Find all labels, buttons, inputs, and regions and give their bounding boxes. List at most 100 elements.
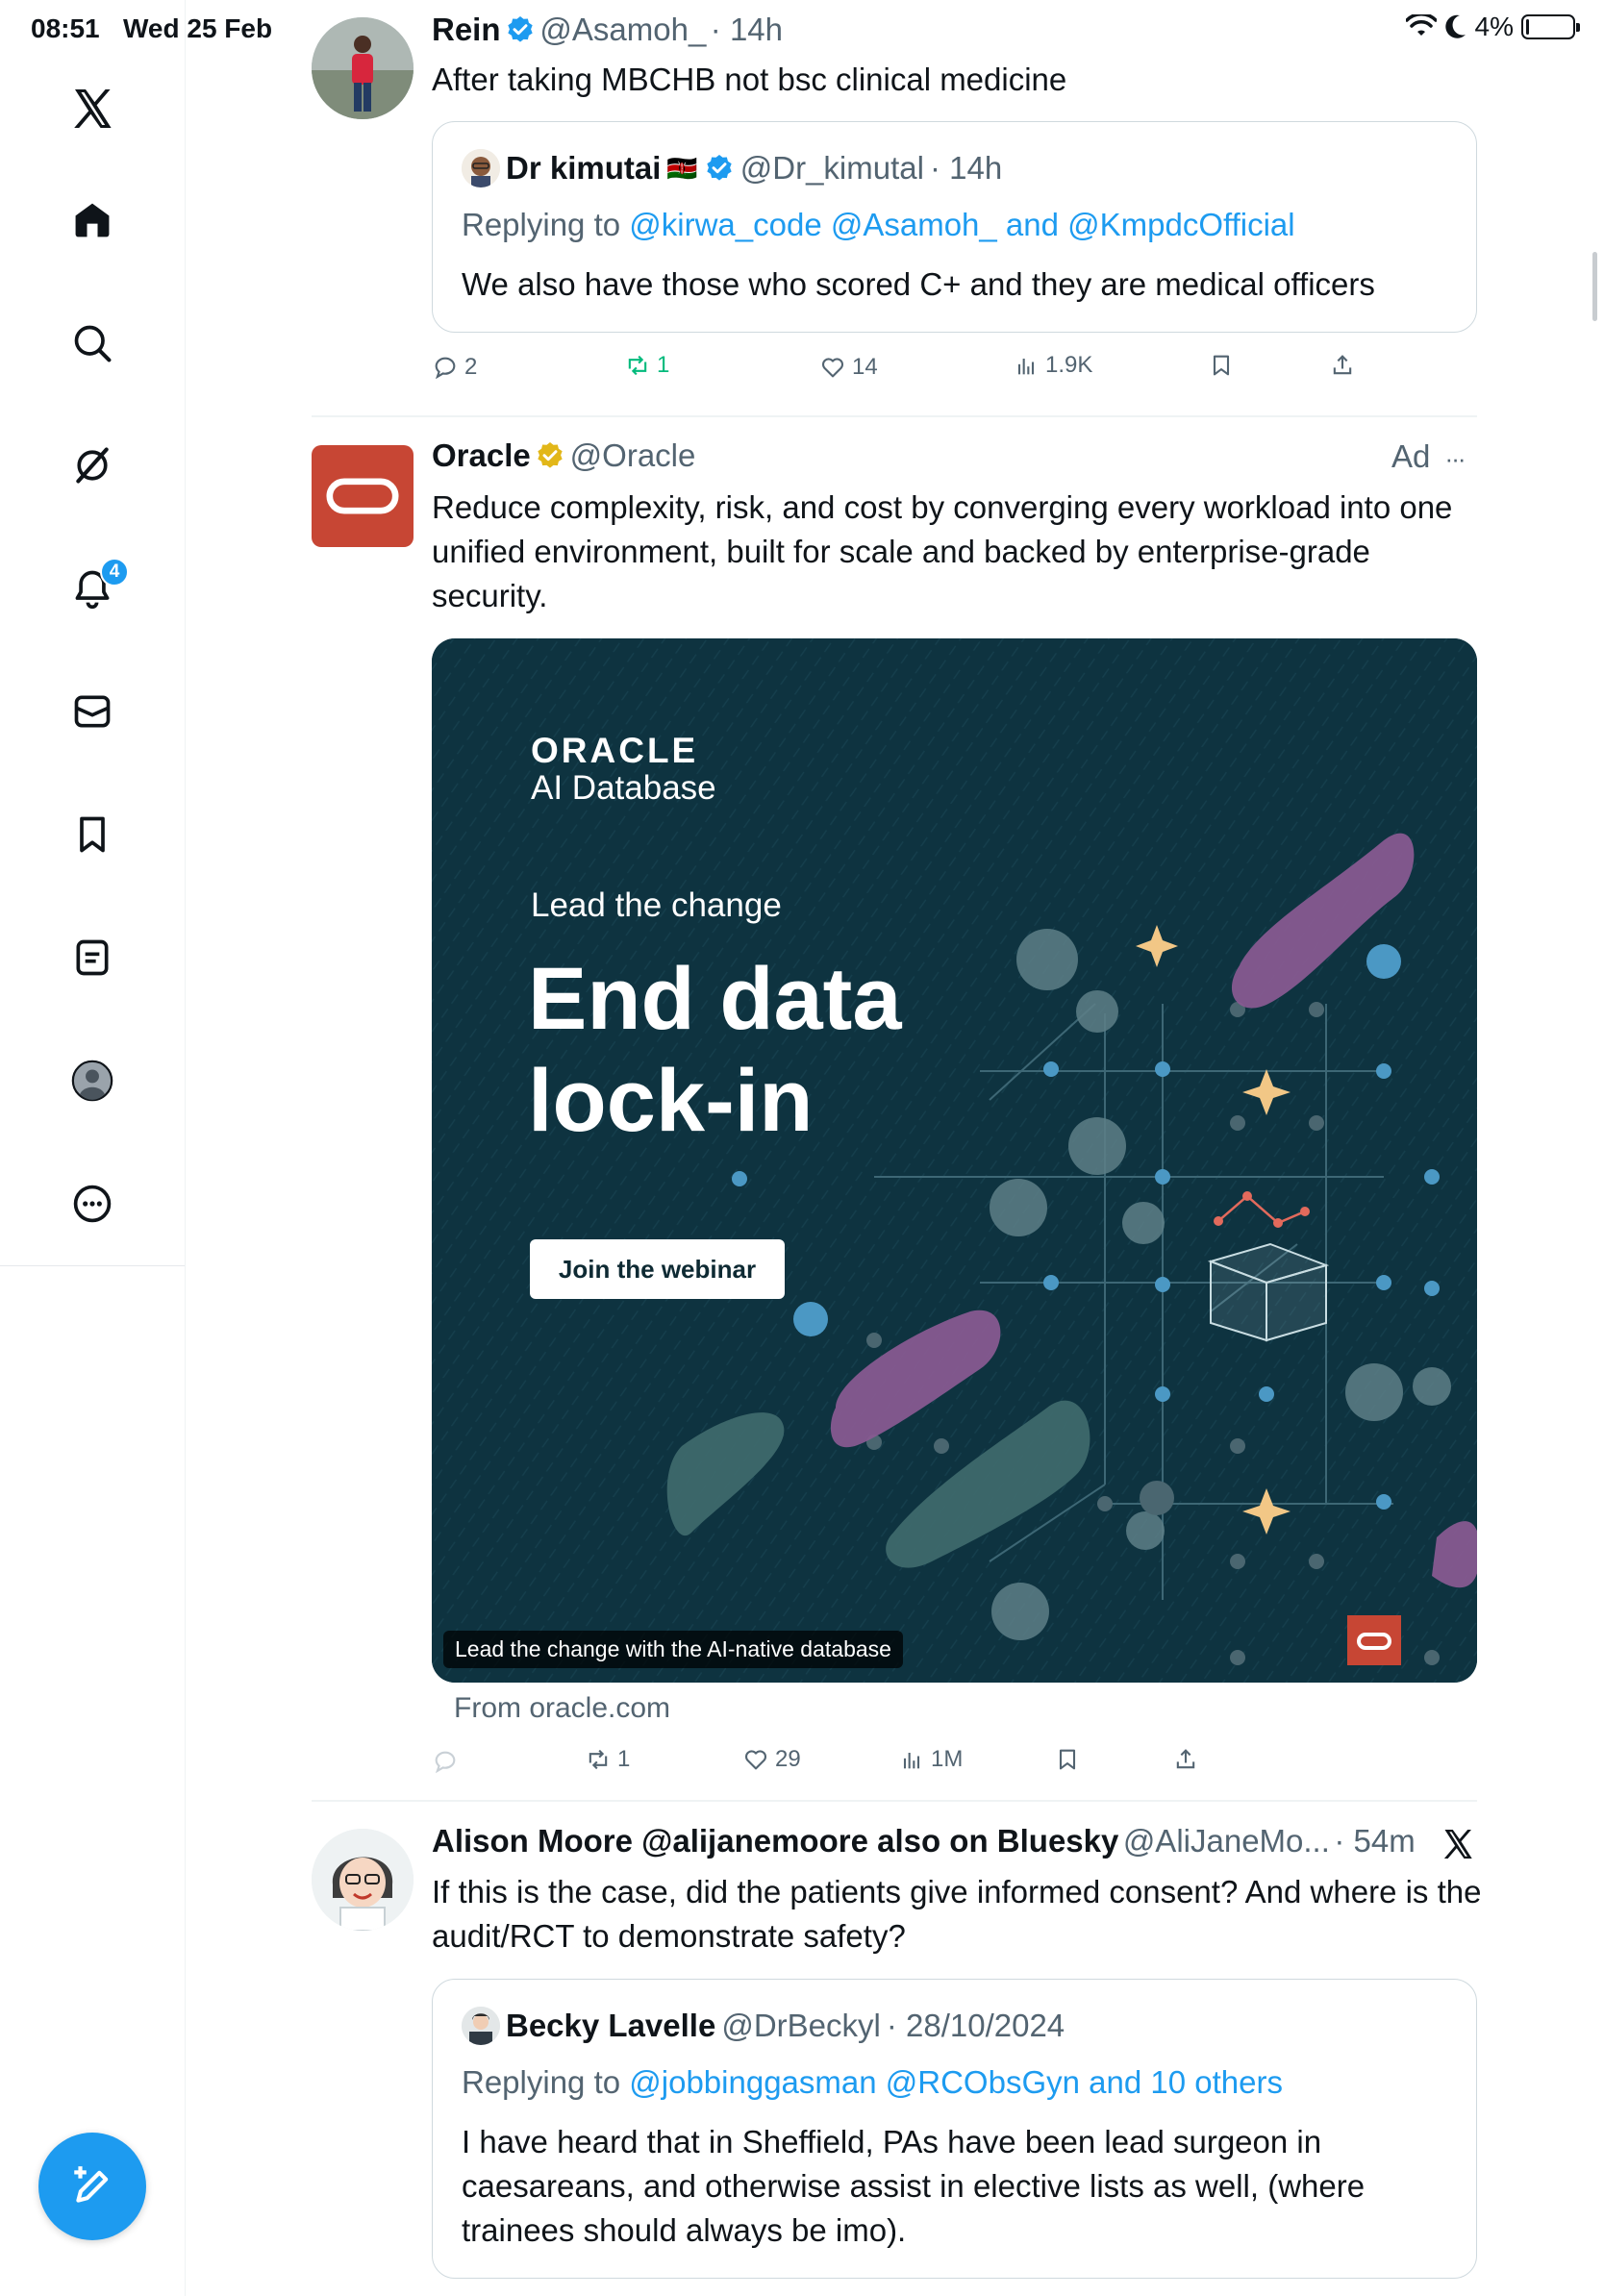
tweet1-quote-card[interactable]: Dr kimutai 🇰🇪 @Dr_kimutal · 14h Replying…: [432, 121, 1477, 333]
moon-icon: [1444, 14, 1466, 38]
sidebar-divider: [0, 1265, 185, 1266]
avatar-alison-moore[interactable]: [312, 1829, 414, 1931]
tweet2-text: Reduce complexity, risk, and cost by con…: [432, 489, 1453, 613]
quote1-header: Dr kimutai 🇰🇪 @Dr_kimutal · 14h: [462, 149, 1002, 187]
compose-post-button[interactable]: [38, 2133, 146, 2240]
bookmark-icon: [1213, 355, 1230, 376]
bookmark-button[interactable]: [1208, 352, 1235, 379]
replying-to-links[interactable]: @kirwa_code @Asamoh_ and @KmpdcOfficial: [629, 207, 1294, 242]
quote3-time: · 28/10/2024: [886, 2008, 1065, 2043]
repost-icon: [589, 1749, 608, 1770]
quote3-header: Becky Lavelle @DrBeckyl · 28/10/2024: [462, 2007, 1065, 2045]
quote1-text: We also have those who scored C+ and the…: [462, 266, 1375, 302]
replying-to-links[interactable]: @jobbinggasman @RCObsGyn and 10 others: [629, 2064, 1283, 2100]
tweet1-author-name[interactable]: Rein: [432, 12, 501, 47]
sidebar: 4: [0, 0, 186, 2296]
tweet3-text: If this is the case, did the patients gi…: [432, 1874, 1482, 1954]
quote1-author-name[interactable]: Dr kimutai: [506, 150, 661, 187]
bookmark-icon: [1059, 1749, 1076, 1770]
views-chart-icon: [903, 1753, 920, 1769]
quote3-author-name[interactable]: Becky Lavelle: [506, 2008, 715, 2044]
views-button[interactable]: 1M: [898, 1746, 963, 1773]
wifi-icon: [1405, 14, 1437, 36]
repost-button[interactable]: 1: [624, 352, 669, 379]
reply-icon: [435, 1751, 456, 1774]
creative-headline-line2: lock-in: [528, 1052, 814, 1150]
search-icon[interactable]: [60, 311, 125, 376]
grok-icon[interactable]: [60, 433, 125, 498]
like-count: 29: [775, 1746, 801, 1772]
share-button[interactable]: [1172, 1746, 1199, 1773]
tweet3-header: Alison Moore @alijanemoore also on Blues…: [432, 1823, 1416, 1859]
more-options-icon[interactable]: [60, 1171, 125, 1236]
reply-count: 2: [464, 354, 478, 380]
bookmarks-icon[interactable]: [60, 802, 125, 867]
join-webinar-button[interactable]: Join the webinar: [530, 1239, 785, 1299]
share-icon: [1176, 1749, 1195, 1769]
tweet3-quote-card[interactable]: Becky Lavelle @DrBeckyl · 28/10/2024 Rep…: [432, 1979, 1477, 2279]
repost-button[interactable]: 1: [585, 1746, 630, 1773]
scrollbar-thumb[interactable]: [1592, 252, 1597, 321]
tweet3-author-name[interactable]: Alison Moore @alijanemoore also on Blues…: [432, 1823, 1118, 1859]
quote3-text: I have heard that in Sheffield, PAs have…: [462, 2124, 1366, 2248]
reply-button[interactable]: 2: [432, 354, 477, 381]
tweet1-text: After taking MBCHB not bsc clinical medi…: [432, 62, 1067, 97]
ad-source-link[interactable]: From oracle.com: [454, 1692, 670, 1725]
oracle-logo-icon: [326, 478, 399, 514]
tweet2-author-name[interactable]: Oracle: [432, 437, 531, 473]
creative-caption: Lead the change with the AI-native datab…: [443, 1631, 903, 1668]
lists-icon[interactable]: [60, 925, 125, 990]
messages-icon[interactable]: [60, 679, 125, 744]
views-button[interactable]: 1.9K: [1013, 352, 1092, 379]
more-options-dots[interactable]: ···: [1445, 444, 1466, 473]
reply-icon: [435, 357, 456, 380]
creative-product: AI Database: [531, 769, 716, 807]
like-count: 14: [852, 354, 878, 380]
tweet3-time[interactable]: · 54m: [1334, 1823, 1415, 1859]
x-source-icon: [1441, 1827, 1475, 1866]
repost-count: 1: [617, 1746, 631, 1772]
avatar-oracle-logo[interactable]: [312, 445, 414, 547]
quote1-avatar: [462, 149, 500, 187]
battery-icon: [1521, 14, 1580, 39]
tweet-divider: [312, 415, 1477, 417]
home-icon[interactable]: [60, 187, 125, 253]
status-bar: 08:51 Wed 25 Feb 4%: [0, 0, 1604, 62]
bookmark-button[interactable]: [1054, 1746, 1081, 1773]
share-button[interactable]: [1329, 352, 1356, 379]
tweet1-handle[interactable]: @Asamoh_: [539, 12, 706, 47]
like-button[interactable]: 14: [819, 354, 878, 381]
reply-button[interactable]: [432, 1748, 459, 1775]
heart-icon: [744, 1750, 767, 1770]
ad-label-group: Ad ···: [1391, 438, 1466, 475]
sidebar-border: [185, 0, 186, 2296]
x-logo-icon[interactable]: [60, 76, 125, 141]
tweet1-time[interactable]: · 14h: [711, 12, 783, 47]
views-count: 1.9K: [1045, 352, 1093, 378]
ad-creative-image[interactable]: ORACLE AI Database Lead the change End d…: [432, 638, 1477, 1683]
status-right: 4%: [1405, 12, 1580, 42]
heart-icon: [821, 358, 844, 378]
views-count: 1M: [931, 1746, 964, 1772]
repost-count: 1: [657, 352, 670, 378]
ad-label: Ad: [1391, 438, 1431, 474]
views-chart-icon: [1017, 359, 1035, 375]
profile-avatar-icon[interactable]: [60, 1048, 125, 1113]
quote1-replying-to: Replying to @kirwa_code @Asamoh_ and @Km…: [462, 207, 1295, 243]
quote3-handle[interactable]: @DrBeckyl: [721, 2008, 881, 2044]
tweet-divider: [312, 1800, 1477, 1802]
repost-icon: [628, 355, 647, 376]
tweet2-handle[interactable]: @Oracle: [570, 437, 696, 473]
creative-headline-line1: End data: [528, 950, 902, 1048]
creative-kicker: Lead the change: [531, 886, 782, 924]
quote1-handle[interactable]: @Dr_kimutal: [740, 150, 924, 187]
battery-percent: 4%: [1474, 12, 1514, 41]
creative-brand: ORACLE: [531, 731, 699, 770]
verified-badge-icon: [508, 16, 533, 42]
kenya-flag: 🇰🇪: [666, 153, 698, 183]
tweet3-handle[interactable]: @AliJaneMo...: [1123, 1823, 1330, 1859]
like-button[interactable]: 29: [742, 1746, 801, 1773]
quote3-replying-to: Replying to @jobbinggasman @RCObsGyn and…: [462, 2064, 1283, 2101]
avatar-rein[interactable]: [312, 17, 414, 119]
quote1-time: · 14h: [929, 150, 1003, 186]
